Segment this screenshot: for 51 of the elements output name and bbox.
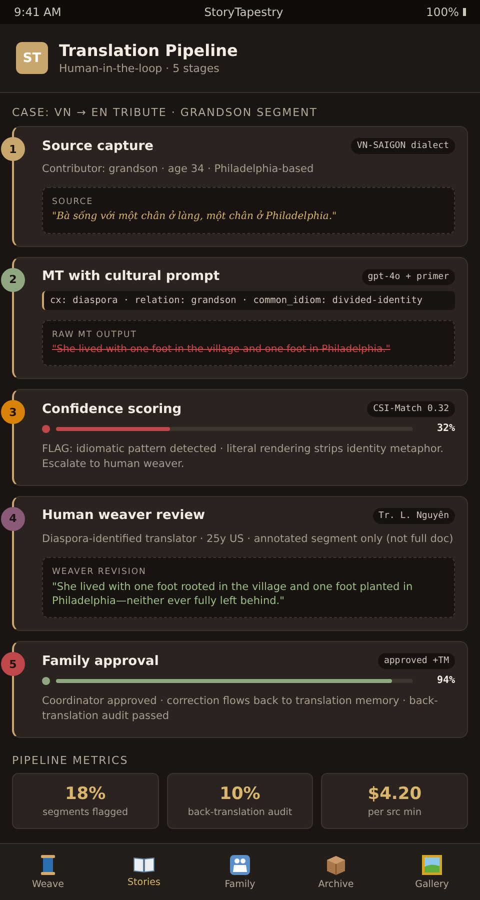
stage-title: Human weaver review bbox=[42, 508, 206, 524]
battery-icon bbox=[462, 8, 466, 16]
stage-number: 1 bbox=[1, 137, 25, 161]
package-icon bbox=[325, 854, 347, 876]
stage-number: 5 bbox=[1, 652, 25, 676]
stage-number: 4 bbox=[1, 506, 25, 531]
battery-level: 100% bbox=[426, 5, 459, 19]
stage-title: Source capture bbox=[42, 138, 154, 154]
section-label: CASE: VN → EN TRIBUTE · GRANDSON SEGMENT bbox=[11, 105, 318, 121]
metric-label: back-translation audit bbox=[188, 806, 292, 818]
stage-tag: VN-SAIGON dialect bbox=[350, 138, 455, 154]
people-icon bbox=[229, 854, 251, 876]
nav-tab[interactable]: Weave bbox=[0, 844, 96, 900]
page-subtitle: Human-in-the-loop · 5 stages bbox=[59, 62, 220, 75]
nav-tab[interactable]: Gallery bbox=[384, 844, 480, 900]
metric-value: 18% bbox=[64, 784, 106, 804]
app-logo: ST bbox=[16, 42, 48, 74]
stage-title: Family approval bbox=[42, 654, 159, 669]
progress-reading: 94% bbox=[436, 675, 455, 686]
stage-description: Contributor: grandson · age 34 · Philadelphia-based bbox=[42, 162, 315, 177]
quote-label: SOURCE bbox=[52, 197, 94, 208]
stage-tag: gpt-4o + primer bbox=[362, 268, 455, 285]
metric-label: per src min bbox=[368, 806, 422, 818]
stage-description: Diaspora-identified translator · 25y US · annotated segment only (not full doc) bbox=[42, 532, 454, 547]
page-title: Translation Pipeline bbox=[59, 41, 238, 60]
framed-picture-icon bbox=[421, 854, 443, 876]
nav-tab[interactable]: Archive bbox=[288, 844, 384, 900]
stage-title: Confidence scoring bbox=[42, 402, 182, 417]
stage-number: 2 bbox=[1, 268, 25, 292]
quote-text: "She lived with one foot rooted in the village and one foot planted in Philadelphia—neither ever fully left behind." bbox=[52, 580, 414, 608]
section-label: PIPELINE METRICS bbox=[11, 752, 130, 769]
stage-note: Coordinator approved · correction flows back to translation memory · back-translation audit passed bbox=[42, 694, 439, 724]
stage-note: FLAG: idiomatic pattern detected · literal rendering strips identity metaphor. Escalate to human weaver. bbox=[42, 442, 445, 472]
quote-text: "She lived with one foot in the village and one foot in Philadelphia." bbox=[52, 342, 392, 356]
quote-label: RAW MT OUTPUT bbox=[52, 330, 138, 340]
stage-tag: Tr. L. Nguyên bbox=[372, 508, 455, 524]
progress-reading: 32% bbox=[436, 423, 455, 434]
stage-number: 3 bbox=[1, 400, 25, 424]
stage-title: MT with cultural prompt bbox=[42, 269, 220, 284]
app-name: StoryTapestry bbox=[204, 5, 284, 19]
quote-text: "Bà sống với một chân ở làng, một chân ở Philadelphia." bbox=[52, 210, 338, 224]
nav-tab[interactable]: Family bbox=[192, 844, 288, 900]
stage-tag: CSI-Match 0.32 bbox=[367, 401, 455, 418]
stage-tag: approved +TM bbox=[378, 653, 455, 670]
metric-value: 10% bbox=[220, 784, 260, 804]
metric-label: segments flagged bbox=[42, 806, 128, 818]
metric-value: $4.20 bbox=[368, 784, 422, 804]
nav-tab[interactable]: Stories bbox=[96, 844, 192, 900]
thread-spool-icon bbox=[38, 854, 58, 876]
quote-label: WEAVER REVISION bbox=[52, 566, 148, 577]
status-time: 9:41 AM bbox=[14, 5, 62, 19]
